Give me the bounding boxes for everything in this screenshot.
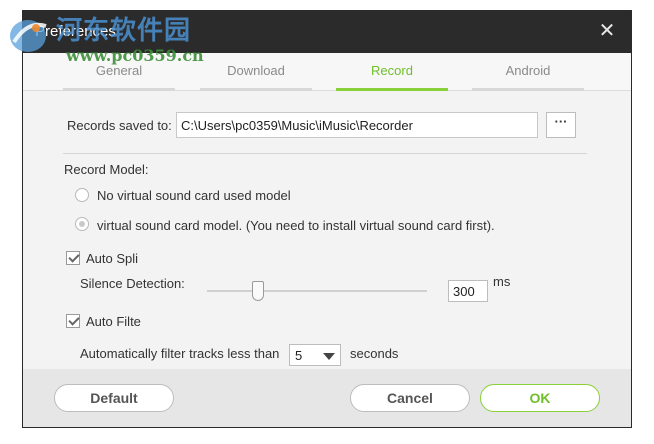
- watermark-url: www.pc0359.cn: [66, 46, 204, 65]
- radio-no-virtual-card[interactable]: [75, 188, 89, 202]
- auto-split-checkbox[interactable]: [66, 251, 80, 265]
- watermark-title: 河东软件园: [56, 16, 192, 46]
- divider: [63, 153, 587, 154]
- silence-slider-track[interactable]: [207, 281, 427, 301]
- close-icon[interactable]: ✕: [597, 21, 617, 41]
- tab-download-label: Download: [227, 63, 285, 78]
- records-path-input[interactable]: [176, 112, 538, 138]
- cancel-button[interactable]: Cancel: [350, 384, 470, 412]
- browse-button[interactable]: ···: [546, 112, 576, 138]
- radio-virtual-card[interactable]: [75, 217, 89, 231]
- watermark-logo: [10, 20, 47, 52]
- watermark: 河东软件园 www.pc0359.cn: [2, 6, 212, 68]
- tab-android[interactable]: Android: [472, 53, 584, 91]
- record-settings-panel: Records saved to: ··· Record Model: No v…: [23, 91, 631, 369]
- silence-unit-label: ms: [493, 274, 511, 289]
- ok-button[interactable]: OK: [480, 384, 600, 412]
- filter-tracks-label: Automatically filter tracks less than: [80, 346, 280, 361]
- filter-unit-label: seconds: [350, 346, 399, 361]
- filter-seconds-select[interactable]: 5: [289, 344, 341, 366]
- tab-record-label: Record: [371, 63, 413, 78]
- preferences-dialog: Preferences ✕ General Download Record An…: [22, 10, 632, 428]
- auto-split-label: Auto Spli: [86, 251, 139, 266]
- auto-filter-label: Auto Filte: [86, 314, 141, 329]
- record-model-label: Record Model:: [64, 162, 149, 177]
- tab-download[interactable]: Download: [200, 53, 312, 91]
- silence-slider-thumb[interactable]: [251, 281, 264, 301]
- default-button[interactable]: Default: [54, 384, 174, 412]
- records-saved-to-label: Records saved to:: [67, 118, 172, 133]
- silence-value-input[interactable]: [448, 280, 488, 302]
- filter-seconds-value: 5: [295, 348, 303, 363]
- no-virtual-card-label: No virtual sound card used model: [97, 188, 291, 203]
- tab-record[interactable]: Record: [336, 53, 448, 91]
- tab-android-label: Android: [505, 63, 551, 78]
- virtual-card-label: virtual sound card model. (You need to i…: [97, 218, 495, 233]
- chevron-down-icon: [323, 353, 335, 360]
- dialog-footer: Default Cancel OK: [23, 369, 631, 427]
- auto-filter-checkbox[interactable]: [66, 314, 80, 328]
- silence-detection-label: Silence Detection:: [80, 276, 185, 291]
